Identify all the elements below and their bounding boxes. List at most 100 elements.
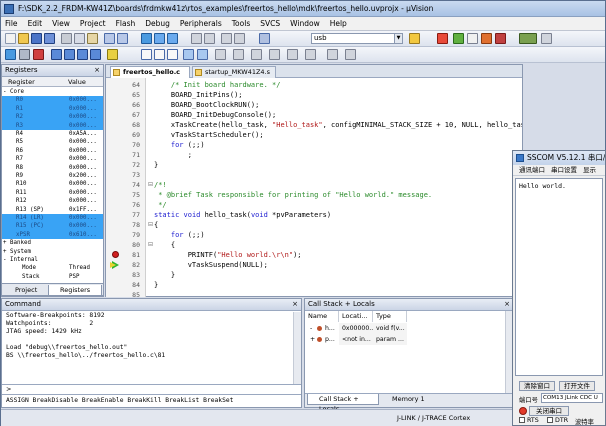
rts-checkbox[interactable]: RTS (519, 417, 539, 424)
collapse-icon[interactable]: - (3, 256, 7, 264)
register-row[interactable]: Mode Thread (2, 264, 103, 272)
code-line[interactable]: BOARD_BootClockRUN(); (154, 100, 260, 110)
code-line[interactable]: /*! (154, 180, 167, 190)
step-into-icon[interactable] (51, 49, 62, 60)
expand-icon[interactable]: + (307, 334, 315, 345)
toolbox-window-icon[interactable] (327, 49, 338, 60)
open-file-button[interactable]: 打开文件 (559, 381, 595, 391)
sscom-title-bar[interactable]: SSCOM V5.12.1 串口/ (513, 151, 605, 165)
menu-item-project[interactable]: Project (80, 19, 106, 28)
stop-icon[interactable] (495, 33, 506, 44)
bookmark-icon[interactable] (141, 33, 152, 44)
code-line[interactable]: PRINTF("Hello world.\r\n"); (154, 250, 302, 260)
sscom-menu-display[interactable]: 显示 (583, 165, 596, 175)
register-row[interactable]: R2 0x000... (2, 113, 103, 122)
code-line[interactable]: vTaskSuspend(NULL); (154, 260, 268, 270)
search-icon[interactable] (409, 33, 420, 44)
collapse-icon[interactable]: - (307, 323, 315, 334)
redo-icon[interactable] (117, 33, 128, 44)
tools-icon[interactable] (481, 33, 492, 44)
system-viewer-icon[interactable] (305, 49, 316, 60)
code-area[interactable]: /* Init board hardware. */ BOARD_InitPin… (154, 78, 522, 297)
menu-item-tools[interactable]: Tools (232, 19, 250, 28)
fold-icon[interactable]: ⊟ (148, 240, 153, 250)
register-row[interactable]: R1 0x000... (2, 104, 103, 114)
close-icon[interactable]: × (292, 299, 298, 310)
register-row[interactable]: R3 0x000... (2, 121, 103, 130)
halt-icon[interactable] (33, 49, 44, 60)
paste-icon[interactable] (87, 33, 98, 44)
register-row[interactable]: R9 0x200... (2, 172, 103, 180)
code-line[interactable]: * @brief Task responsible for printing o… (154, 190, 432, 200)
command-scrollbar[interactable] (293, 312, 301, 384)
register-row[interactable]: R7 0x000... (2, 155, 103, 163)
code-line[interactable]: { (154, 220, 158, 230)
register-row[interactable]: R13 (SP) 0x1FF... (2, 206, 103, 214)
register-row[interactable]: - Internal (2, 256, 103, 264)
step-out-icon[interactable] (77, 49, 88, 60)
cut-icon[interactable] (61, 33, 72, 44)
memory-window-icon[interactable] (233, 49, 244, 60)
close-icon[interactable]: × (94, 65, 100, 76)
toolbox-icon[interactable] (453, 33, 464, 44)
window-layout-icon[interactable] (519, 33, 537, 44)
next-bookmark-icon[interactable] (167, 33, 178, 44)
tab-startup-mkw41z4[interactable]: startup_MKW41Z4.s (192, 66, 276, 78)
menu-item-view[interactable]: View (52, 19, 70, 28)
find-in-files-icon[interactable] (259, 33, 270, 44)
registers-window-icon[interactable] (183, 49, 194, 60)
trace-window-icon[interactable] (287, 49, 298, 60)
register-row[interactable]: R4 0xA5A... (2, 130, 103, 138)
tab-registers[interactable]: Registers (48, 285, 102, 296)
chevron-down-icon[interactable]: ▼ (394, 34, 402, 43)
code-line[interactable]: for (;;) (154, 140, 205, 150)
reset-icon[interactable] (5, 49, 16, 60)
register-row[interactable]: R15 (PC) 0x000... (2, 222, 103, 231)
run-icon[interactable] (19, 49, 30, 60)
editor-gutter[interactable]: 64 65 66 67 68 69 70 71 72 73 74 ⊟ 75 76 77 78 ⊟ 79 80 ⊟ 81 8… (106, 78, 153, 299)
expand-icon[interactable]: + (3, 248, 7, 256)
port-select[interactable]: COM13 JLink CDC U (541, 393, 603, 403)
expand-icon[interactable]: + (3, 239, 7, 247)
analysis-window-icon[interactable] (269, 49, 280, 60)
call-stack-window-icon[interactable] (197, 49, 208, 60)
name-column-header[interactable]: Name (305, 311, 339, 322)
open-folder-icon[interactable] (18, 33, 29, 44)
register-row[interactable]: R12 0x000... (2, 197, 103, 205)
register-row[interactable]: - Core (2, 88, 103, 96)
copy-icon[interactable] (74, 33, 85, 44)
location-column-header[interactable]: Locati... (339, 311, 373, 322)
save-all-icon[interactable] (44, 33, 55, 44)
code-line[interactable]: ; (154, 150, 192, 160)
indent-icon[interactable] (191, 33, 202, 44)
options-icon[interactable] (541, 33, 552, 44)
watch-window-icon[interactable] (215, 49, 226, 60)
register-row[interactable]: xPSR 0x610... (2, 230, 103, 240)
register-row[interactable]: + Banked (2, 239, 103, 247)
close-port-button[interactable]: 关闭串口 (529, 406, 569, 416)
disassembly-window-icon[interactable] (154, 49, 165, 60)
code-line[interactable]: { (154, 240, 175, 250)
tab-memory-1[interactable]: Memory 1 (381, 394, 427, 405)
menu-item-file[interactable]: File (5, 19, 18, 28)
new-file-icon[interactable] (5, 33, 16, 44)
code-line[interactable]: /* Init board hardware. */ (154, 80, 281, 90)
code-line[interactable]: xTaskCreate(hello_task, "Hello_task", co… (154, 120, 522, 130)
register-row[interactable]: R10 0x000... (2, 180, 103, 188)
tab-freertos-hello-c[interactable]: freertos_hello.c (110, 66, 190, 78)
clear-window-button[interactable]: 清除窗口 (519, 381, 555, 391)
sscom-output[interactable]: Hello world. (515, 178, 603, 376)
code-line[interactable]: } (154, 280, 158, 290)
code-line[interactable]: static void hello_task(void *pvParameter… (154, 210, 331, 220)
dtr-checkbox[interactable]: DTR (547, 417, 568, 424)
symbols-window-icon[interactable] (167, 49, 178, 60)
code-line[interactable]: } (154, 270, 175, 280)
register-row[interactable]: R14 (LR) 0x000... (2, 214, 103, 223)
menu-item-debug[interactable]: Debug (145, 19, 170, 28)
menu-item-window[interactable]: Window (290, 19, 320, 28)
tab-project[interactable]: Project (4, 285, 48, 296)
config-icon[interactable] (467, 33, 478, 44)
code-line[interactable]: */ (154, 200, 166, 210)
type-column-header[interactable]: Type (373, 311, 407, 322)
code-line[interactable]: } (154, 160, 158, 170)
